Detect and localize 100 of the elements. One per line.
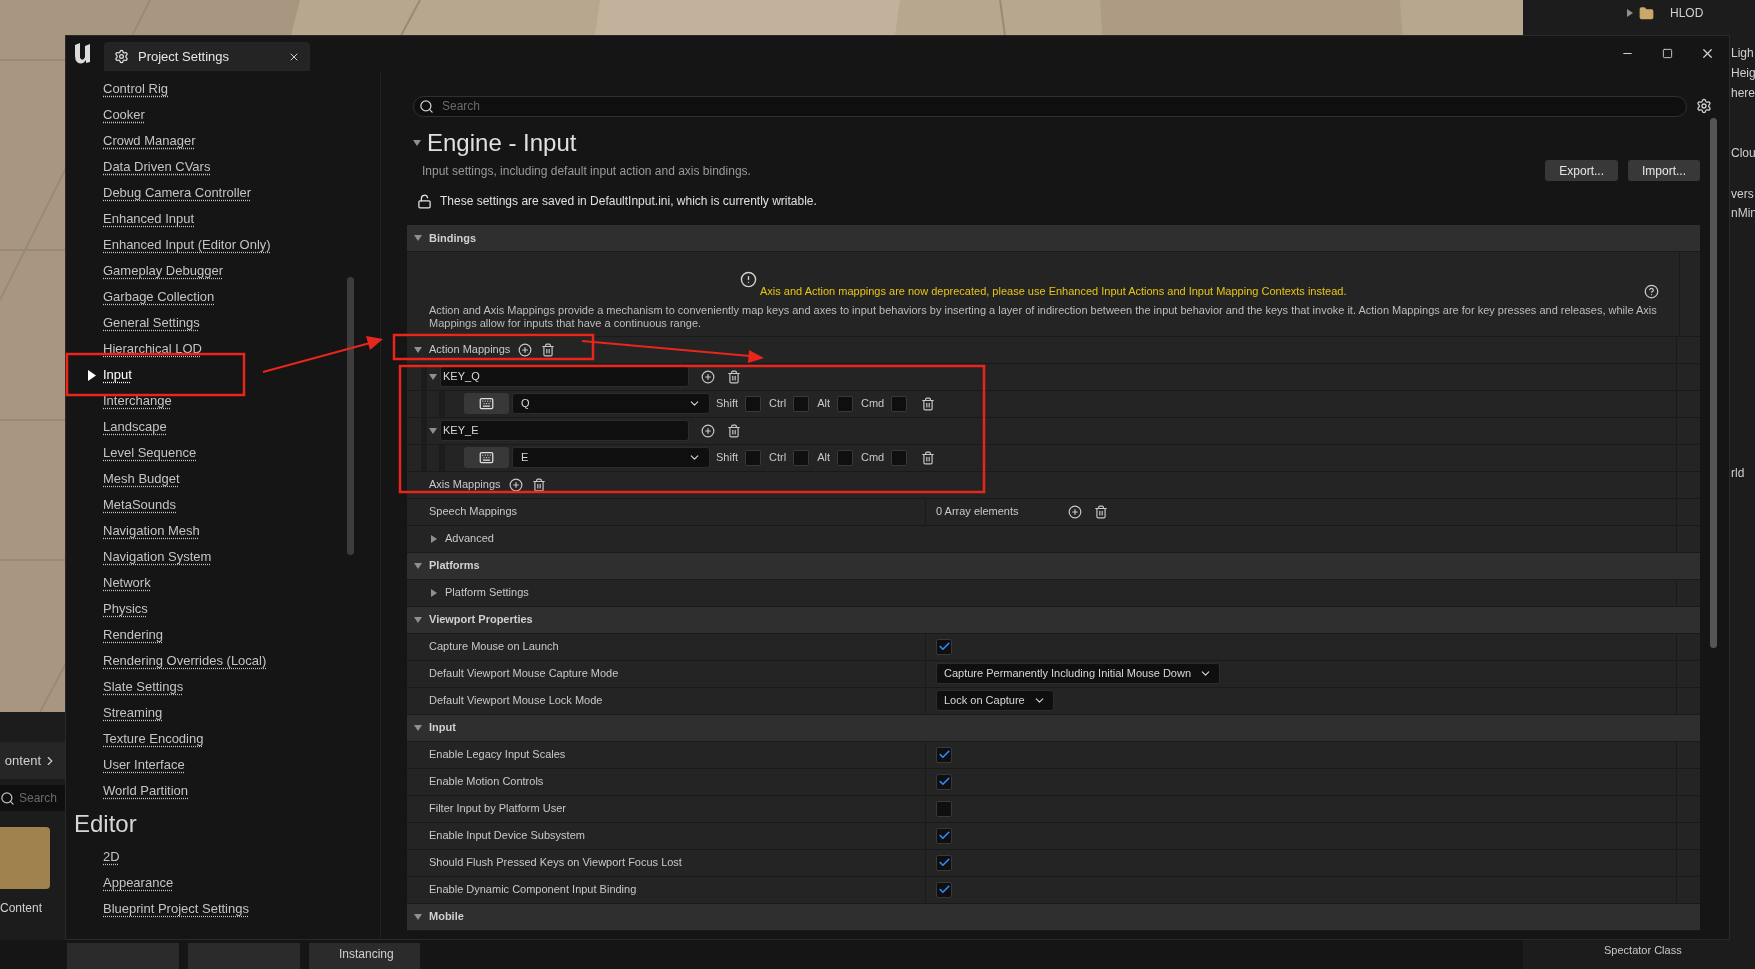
sidebar-link[interactable]: Streaming [103,703,163,723]
checkbox[interactable] [936,800,952,817]
toolbar-button[interactable]: Export... [1545,160,1618,181]
trash-icon[interactable] [921,450,936,465]
bottom-tile[interactable]: Instancing [309,943,420,969]
sidebar-link[interactable]: Blueprint Project Settings [103,899,249,919]
checkbox[interactable] [793,395,810,412]
checkbox[interactable] [936,773,952,790]
caret-icon[interactable] [1625,8,1635,18]
checkbox[interactable] [936,746,952,763]
maximize-icon[interactable] [1662,48,1673,59]
checkbox[interactable] [745,395,761,412]
section-header[interactable]: Mobile [407,903,1700,931]
checkbox[interactable] [891,449,908,466]
folder-thumbnail[interactable] [0,827,50,889]
sidebar-link[interactable]: World Partition [103,781,188,801]
section-header[interactable]: Viewport Properties [407,606,1700,634]
category-label[interactable]: Advanced [445,530,494,547]
toolbar-button[interactable]: Import... [1628,160,1700,181]
caret-icon[interactable] [428,371,438,382]
checkbox[interactable] [936,827,952,844]
add-icon[interactable] [518,342,533,357]
value-dropdown[interactable]: Capture Permanently Including Initial Mouse Down [936,663,1221,684]
search-field[interactable]: Search [0,785,65,811]
checkbox[interactable] [745,449,761,466]
sidebar-link[interactable]: Enhanced Input (Editor Only) [103,235,271,255]
sidebar-link[interactable]: Appearance [103,873,174,893]
sidebar-link[interactable]: Debug Camera Controller [103,183,252,203]
trash-icon[interactable] [531,477,546,492]
trash-icon[interactable] [921,396,936,411]
sidebar-link[interactable]: Interchange [103,391,172,411]
sidebar-link[interactable]: Control Rig [103,79,169,99]
keyboard-button[interactable] [464,447,509,468]
sidebar-link[interactable]: Rendering [103,625,163,645]
close-icon[interactable] [1700,46,1715,61]
sidebar-link[interactable]: Crowd Manager [103,131,196,151]
value-dropdown[interactable]: Lock on Capture [936,690,1054,711]
sidebar-link[interactable]: Input [103,365,132,385]
scrollbar-thumb[interactable] [1709,118,1717,648]
caret-icon[interactable] [413,233,423,243]
section-header[interactable]: Platforms [407,552,1700,580]
checkbox[interactable] [836,449,853,466]
checkbox[interactable] [891,395,908,412]
add-icon[interactable] [508,477,523,492]
action-name-field[interactable]: KEY_E [440,420,689,441]
add-icon[interactable] [1068,504,1082,519]
sidebar-link[interactable]: Physics [103,599,148,619]
sidebar-link[interactable]: Cooker [103,105,145,125]
modifier-label: Ctrl [769,396,787,412]
sidebar-link[interactable]: User Interface [103,755,185,775]
sidebar-link[interactable]: Slate Settings [103,677,184,697]
caret-icon[interactable] [413,911,423,922]
sidebar-link[interactable]: Network [103,573,151,593]
sidebar-link[interactable]: Hierarchical LOD [103,339,202,359]
caret-icon[interactable] [429,587,439,598]
caret-icon[interactable] [413,614,423,625]
action-name-field[interactable]: KEY_Q [440,366,689,387]
sidebar-link[interactable]: Texture Encoding [103,729,204,749]
checkbox[interactable] [936,881,952,898]
caret-icon[interactable] [413,722,423,733]
sidebar-link[interactable]: 2D [103,847,120,867]
checkbox[interactable] [793,449,810,466]
array-count: 0 Array elements [936,504,1020,520]
help-icon[interactable] [1644,284,1659,299]
sidebar-link[interactable]: Enhanced Input [103,209,195,229]
sidebar-link[interactable]: Mesh Budget [103,469,180,489]
sidebar-link[interactable]: Data Driven CVars [103,157,211,177]
key-dropdown[interactable]: Q [512,393,710,414]
checkbox[interactable] [836,395,853,412]
trash-icon[interactable] [727,369,741,384]
caret-icon[interactable] [429,533,439,544]
category-label[interactable]: Platform Settings [445,584,529,601]
sidebar-link[interactable]: Navigation System [103,547,212,567]
caret-icon[interactable] [428,425,438,436]
trash-icon[interactable] [1094,504,1108,519]
trash-icon[interactable] [541,342,556,357]
checkbox[interactable] [936,638,952,655]
sidebar-link[interactable]: Rendering Overrides (Local) [103,651,267,671]
tree-item[interactable]: HLOD [1670,4,1704,22]
section-header[interactable]: Bindings [407,225,1700,252]
sidebar-link[interactable]: MetaSounds [103,495,176,515]
scrollbar-thumb[interactable] [347,277,354,555]
add-icon[interactable] [701,423,715,438]
sidebar-link[interactable]: Navigation Mesh [103,521,200,541]
add-icon[interactable] [701,369,715,384]
sidebar-link[interactable]: General Settings [103,313,200,333]
section-header[interactable]: Input [407,714,1700,742]
settings-icon[interactable] [1696,98,1712,114]
key-dropdown[interactable]: E [512,447,710,468]
sidebar-link[interactable]: Landscape [103,417,167,437]
checkbox[interactable] [936,854,952,871]
caret-icon[interactable] [412,138,422,148]
trash-icon[interactable] [727,423,741,438]
sidebar-link[interactable]: Level Sequence [103,443,197,463]
search-field[interactable]: Search [413,95,1687,117]
keyboard-button[interactable] [464,393,509,414]
sidebar-link[interactable]: Gameplay Debugger [103,261,223,281]
caret-icon[interactable] [413,344,423,355]
sidebar-link[interactable]: Garbage Collection [103,287,215,307]
caret-icon[interactable] [413,560,423,571]
